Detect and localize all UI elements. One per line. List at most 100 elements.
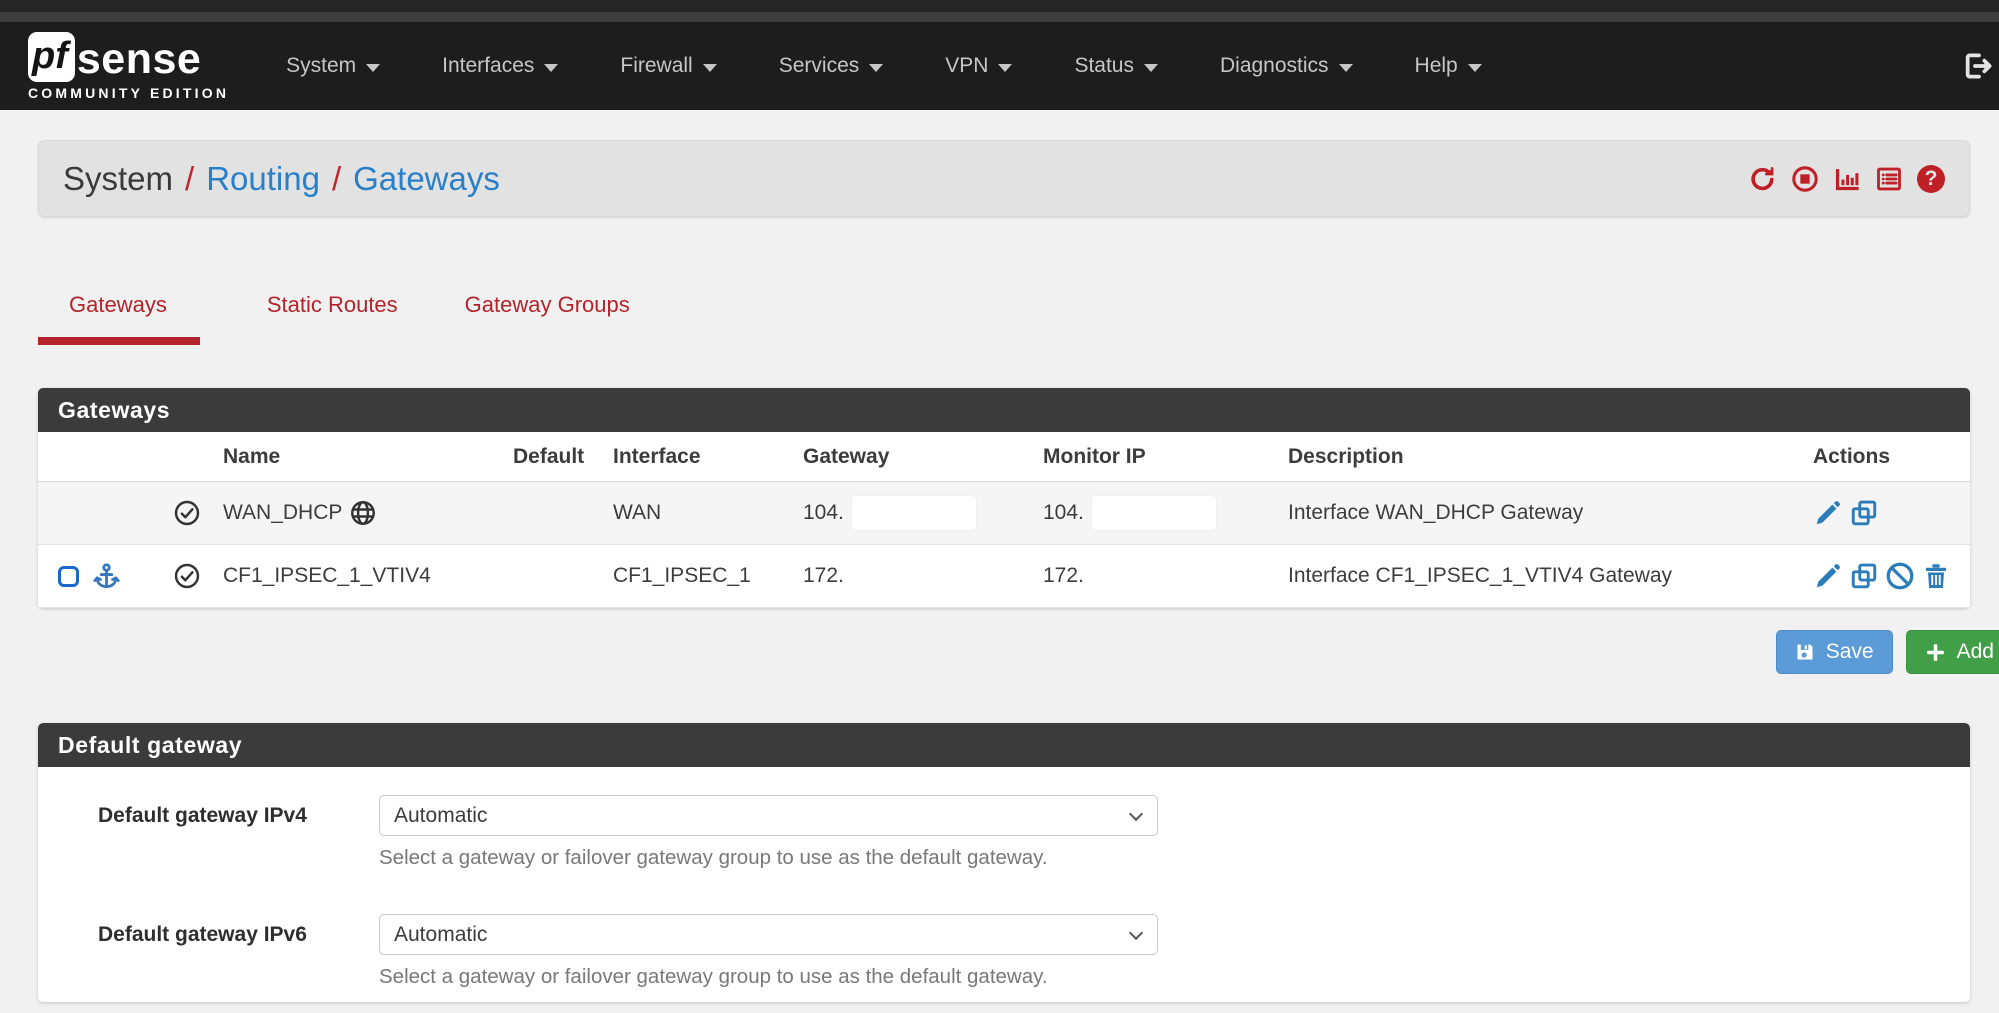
nav-item-firewall[interactable]: Firewall	[589, 22, 747, 110]
plus-icon	[1925, 642, 1946, 663]
default-gateway-ipv6-help: Select a gateway or failover gateway gro…	[379, 965, 1158, 989]
page-toolbar-icons: ?	[1749, 165, 1945, 193]
sign-out-icon[interactable]	[1961, 50, 1993, 82]
nav-label: Firewall	[620, 54, 692, 78]
edit-icon[interactable]	[1813, 498, 1843, 528]
redacted-value	[1092, 496, 1216, 530]
default-gateway-ipv6-select[interactable]: Automatic	[379, 914, 1158, 955]
pfsense-logo[interactable]: pf sense COMMUNITY EDITION	[28, 32, 229, 101]
gateways-table: Name Default Interface Gateway Monitor I…	[38, 432, 1970, 608]
col-interface: Interface	[603, 432, 793, 482]
gateway-description: Interface CF1_IPSEC_1_VTIV4 Gateway	[1278, 545, 1803, 608]
nav-label: System	[286, 54, 356, 78]
gateways-panel-title: Gateways	[38, 388, 1970, 432]
chevron-down-icon	[1468, 64, 1482, 72]
nav-item-system[interactable]: System	[255, 22, 411, 110]
nav-label: Help	[1415, 54, 1458, 78]
chevron-down-icon	[703, 64, 717, 72]
breadcrumb-separator: /	[332, 160, 341, 198]
nav-label: Diagnostics	[1220, 54, 1329, 78]
monitor-ip: 104.	[1043, 501, 1084, 525]
nav-item-status[interactable]: Status	[1043, 22, 1189, 110]
save-label: Save	[1826, 640, 1874, 664]
save-button[interactable]: Save	[1776, 630, 1893, 674]
nav-item-vpn[interactable]: VPN	[914, 22, 1043, 110]
edit-icon[interactable]	[1813, 561, 1843, 591]
gateway-interface: WAN	[603, 482, 793, 545]
tab-gateways[interactable]: Gateways	[38, 292, 200, 345]
nav-item-interfaces[interactable]: Interfaces	[411, 22, 589, 110]
anchor-icon	[92, 562, 121, 591]
monitor-ip: 172.	[1033, 545, 1278, 608]
col-default: Default	[503, 432, 603, 482]
logo-pf-badge: pf	[28, 32, 75, 82]
help-icon[interactable]: ?	[1917, 165, 1945, 193]
redacted-value	[852, 496, 976, 530]
copy-icon[interactable]	[1849, 561, 1879, 591]
row-actions	[1813, 498, 1970, 528]
breadcrumb: System / Routing / Gateways	[63, 160, 500, 198]
add-button[interactable]: Add	[1906, 630, 1999, 674]
main-navbar: pf sense COMMUNITY EDITION System Interf…	[0, 22, 1999, 110]
square-icon	[58, 566, 79, 587]
tab-gateway-groups[interactable]: Gateway Groups	[465, 292, 630, 345]
col-name: Name	[213, 432, 503, 482]
logo-subtitle: COMMUNITY EDITION	[28, 85, 229, 101]
col-monitor-ip: Monitor IP	[1033, 432, 1278, 482]
nav-menu: System Interfaces Firewall Services VPN …	[255, 22, 1513, 110]
chevron-down-icon	[1144, 64, 1158, 72]
delete-icon[interactable]	[1921, 561, 1951, 591]
col-description: Description	[1278, 432, 1803, 482]
table-button-row: Save Add	[38, 630, 1999, 674]
check-circle-icon	[173, 562, 213, 590]
stop-icon[interactable]	[1791, 165, 1819, 193]
copy-icon[interactable]	[1849, 498, 1879, 528]
nav-label: Services	[779, 54, 860, 78]
gateway-name: CF1_IPSEC_1_VTIV4	[213, 545, 503, 608]
col-gateway: Gateway	[793, 432, 1033, 482]
default-gateway-ipv4-help: Select a gateway or failover gateway gro…	[379, 846, 1158, 870]
chart-icon[interactable]	[1833, 165, 1861, 193]
nav-item-services[interactable]: Services	[748, 22, 915, 110]
chevron-down-icon	[544, 64, 558, 72]
routing-tabs: Gateways Static Routes Gateway Groups	[38, 292, 697, 345]
chevron-down-icon	[1339, 64, 1353, 72]
default-gateway-ipv6-label: Default gateway IPv6	[98, 914, 348, 947]
breadcrumb-bar: System / Routing / Gateways ?	[38, 140, 1970, 217]
breadcrumb-link-gateways[interactable]: Gateways	[353, 160, 500, 198]
save-icon	[1795, 642, 1815, 662]
log-icon[interactable]	[1875, 165, 1903, 193]
logo-sense-text: sense	[77, 36, 201, 82]
nav-label: Status	[1074, 54, 1134, 78]
check-circle-icon	[173, 499, 213, 527]
nav-item-help[interactable]: Help	[1384, 22, 1513, 110]
nav-label: Interfaces	[442, 54, 534, 78]
default-gateway-ipv4-label: Default gateway IPv4	[98, 795, 348, 828]
gateway-interface: CF1_IPSEC_1	[603, 545, 793, 608]
chevron-down-icon	[869, 64, 883, 72]
table-row: WAN_DHCP WAN 104.	[38, 482, 1970, 545]
form-row-ipv4: Default gateway IPv4 Automatic Select a …	[38, 795, 1970, 870]
breadcrumb-link-routing[interactable]: Routing	[206, 160, 320, 198]
col-status	[163, 432, 213, 482]
add-label: Add	[1957, 640, 1994, 664]
nav-item-diagnostics[interactable]: Diagnostics	[1189, 22, 1384, 110]
window-top-strip	[0, 0, 1999, 12]
globe-icon	[349, 499, 377, 527]
default-gateway-ipv4-select[interactable]: Automatic	[379, 795, 1158, 836]
col-left-icons	[38, 432, 163, 482]
default-gateway-panel: Default gateway Default gateway IPv4 Aut…	[38, 723, 1970, 1002]
breadcrumb-separator: /	[185, 160, 194, 198]
gateway-name: WAN_DHCP	[223, 501, 342, 525]
disable-icon[interactable]	[1885, 561, 1915, 591]
row-actions	[1813, 561, 1970, 591]
col-actions: Actions	[1803, 432, 1970, 482]
gateway-address: 104.	[803, 501, 844, 525]
refresh-icon[interactable]	[1749, 165, 1777, 193]
tab-static-routes[interactable]: Static Routes	[267, 292, 398, 345]
gateway-default	[503, 545, 603, 608]
gateway-description: Interface WAN_DHCP Gateway	[1278, 482, 1803, 545]
window-sub-strip	[0, 12, 1999, 22]
gateway-address: 172.	[793, 545, 1033, 608]
breadcrumb-system: System	[63, 160, 173, 198]
